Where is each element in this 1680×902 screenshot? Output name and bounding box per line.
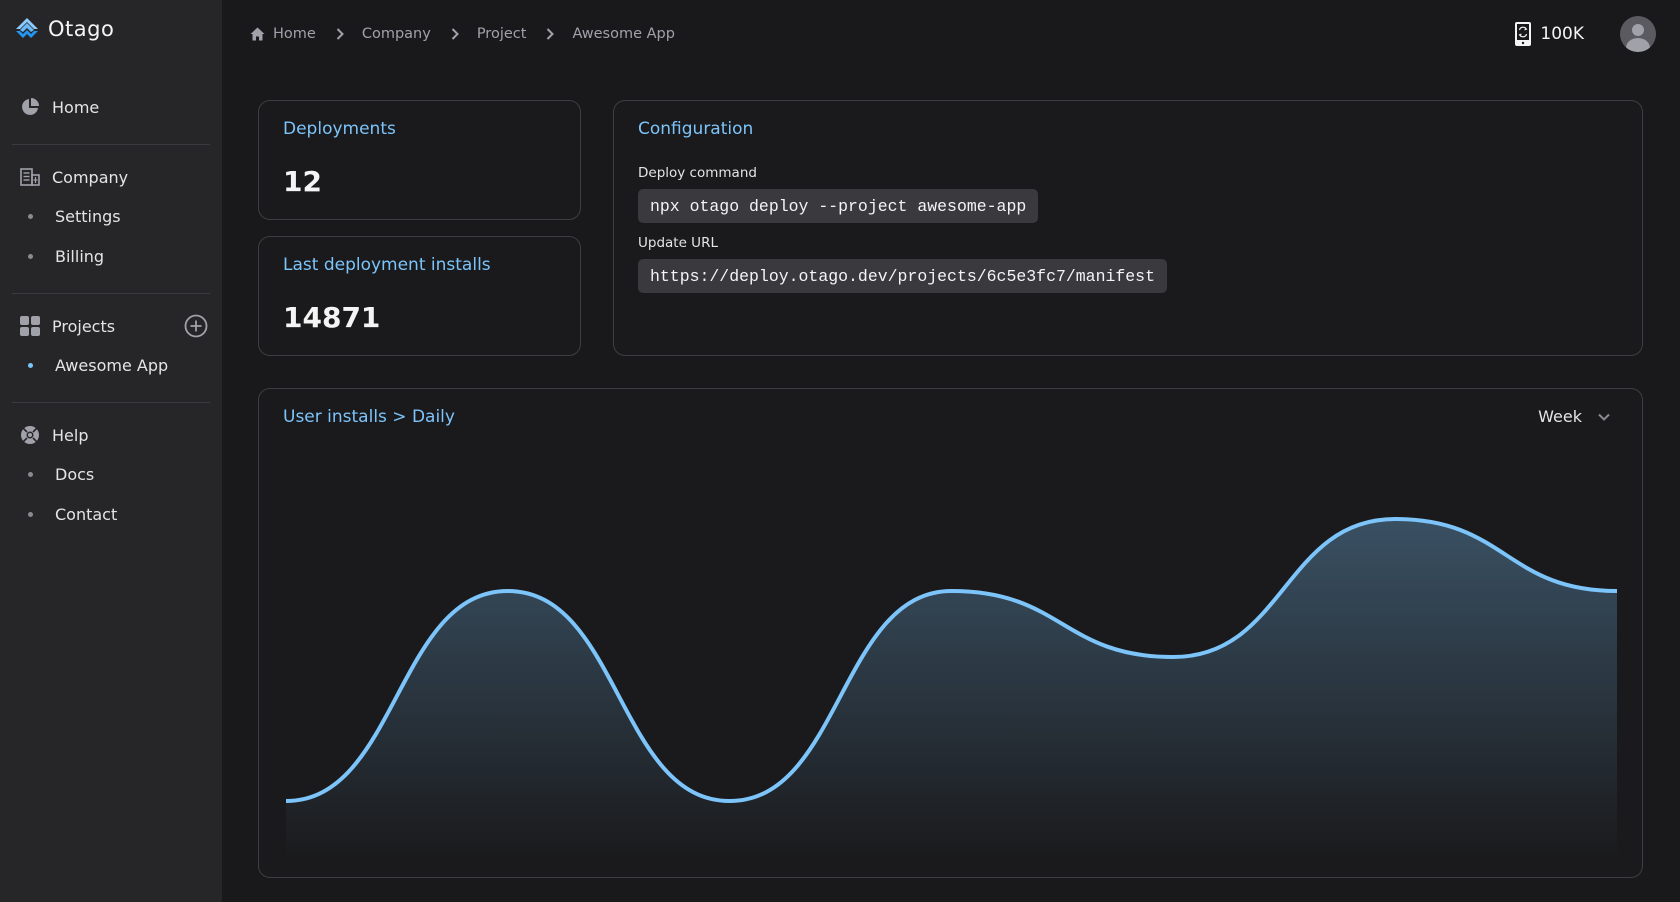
sidebar-item-label: Contact (55, 505, 118, 524)
bullet-icon (28, 512, 33, 517)
deployments-count: 12 (283, 165, 322, 198)
breadcrumb-project[interactable]: Project (477, 26, 527, 42)
sidebar-item-billing[interactable]: Billing (28, 247, 104, 266)
breadcrumb-home[interactable]: Home (250, 26, 316, 42)
user-avatar[interactable] (1620, 16, 1656, 52)
chevron-right-icon (451, 28, 459, 40)
installs-chart (282, 515, 1621, 861)
building-icon (20, 167, 40, 187)
sidebar-item-home[interactable]: Home (20, 97, 99, 117)
active-bullet-icon (28, 363, 33, 368)
sidebar-item-company[interactable]: Company (20, 167, 128, 187)
user-installs-card: User installs > Daily Week (258, 388, 1643, 878)
sidebar-item-label: Help (52, 425, 89, 445)
chart-title: User installs > Daily (283, 407, 455, 427)
sidebar-divider (12, 402, 210, 403)
chevron-right-icon (546, 28, 555, 40)
configuration-card: Configuration Deploy command npx otago d… (613, 100, 1643, 356)
grid-icon (20, 316, 40, 336)
bullet-icon (28, 472, 33, 477)
card-title: Configuration (638, 119, 754, 139)
sidebar-item-label: Billing (55, 247, 105, 266)
breadcrumb-awesome-app[interactable]: Awesome App (572, 26, 675, 42)
data-point-5[interactable] (1169, 653, 1177, 661)
otago-logo-icon (16, 18, 38, 38)
sidebar-item-awesome-app[interactable]: Awesome App (28, 356, 168, 375)
sidebar-divider (12, 293, 210, 294)
sidebar-item-settings[interactable]: Settings (28, 207, 121, 226)
chevron-down-icon (1598, 413, 1610, 421)
breadcrumb-label: Home (273, 26, 316, 42)
update-url-label: Update URL (638, 235, 718, 251)
plus-circle-icon (184, 314, 208, 338)
data-point-1[interactable] (282, 797, 290, 805)
sidebar-item-docs[interactable]: Docs (28, 465, 94, 484)
bullet-icon (28, 214, 33, 219)
data-point-6[interactable] (1391, 515, 1399, 523)
bullet-icon (28, 254, 33, 259)
add-project-button[interactable] (184, 314, 208, 338)
home-icon (250, 27, 265, 41)
period-select[interactable]: Week (1538, 407, 1610, 426)
user-avatar-icon (1626, 24, 1650, 52)
deployments-card: Deployments 12 (258, 100, 581, 220)
data-point-2[interactable] (504, 587, 512, 595)
sidebar-item-label: Awesome App (55, 356, 169, 375)
credits-value: 100K (1540, 24, 1584, 44)
sidebar-item-label: Projects (52, 316, 116, 336)
app-name: Otago (48, 17, 115, 41)
deploy-command-label: Deploy command (638, 165, 757, 181)
sidebar-divider (12, 144, 210, 145)
install-credits[interactable]: 100K (1514, 21, 1584, 47)
data-point-7[interactable] (1613, 587, 1621, 595)
update-url-value[interactable]: https://deploy.otago.dev/projects/6c5e3f… (638, 259, 1167, 293)
data-point-4[interactable] (948, 587, 956, 595)
phone-sync-icon (1515, 22, 1532, 46)
header-actions: 100K (1514, 16, 1656, 52)
sidebar-item-label: Docs (55, 465, 95, 484)
chevron-right-icon (336, 28, 344, 40)
last-installs-count: 14871 (283, 301, 381, 334)
installs-area (286, 519, 1617, 861)
sidebar: Otago Home Company Settings Billing Proj… (0, 0, 222, 902)
sidebar-item-label: Settings (55, 207, 121, 226)
data-point-3[interactable] (726, 797, 734, 805)
app-logo[interactable]: Otago (14, 16, 114, 42)
sidebar-item-projects[interactable]: Projects (20, 316, 115, 336)
sidebar-item-help[interactable]: Help (20, 425, 88, 445)
last-installs-card: Last deployment installs 14871 (258, 236, 581, 356)
sidebar-item-label: Company (52, 167, 129, 187)
card-title: Last deployment installs (283, 255, 491, 275)
sidebar-item-contact[interactable]: Contact (28, 505, 117, 524)
period-select-value: Week (1538, 407, 1582, 426)
pie-chart-icon (20, 97, 40, 117)
card-title: Deployments (283, 119, 396, 139)
breadcrumb-company[interactable]: Company (362, 26, 431, 42)
lifebuoy-icon (20, 425, 40, 445)
breadcrumb: Home Company Project Awesome App (250, 26, 675, 42)
sidebar-item-label: Home (52, 97, 100, 117)
deploy-command-value[interactable]: npx otago deploy --project awesome-app (638, 189, 1039, 223)
